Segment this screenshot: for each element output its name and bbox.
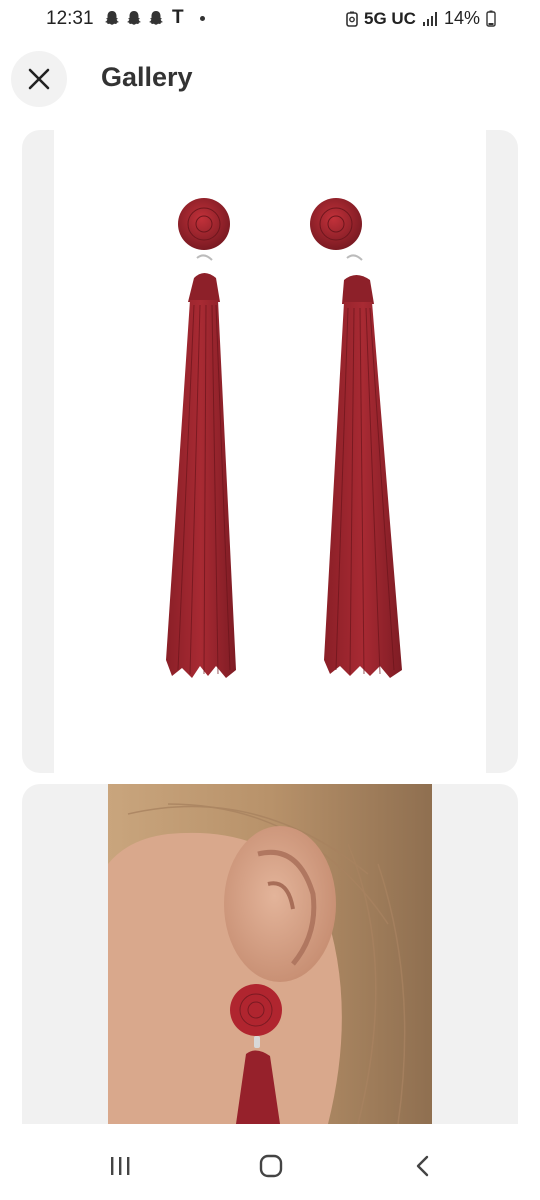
snapchat-icon <box>127 11 141 25</box>
close-icon <box>28 68 50 90</box>
back-button[interactable] <box>403 1150 443 1182</box>
more-notifications-dot <box>199 15 205 21</box>
gallery-image-card[interactable] <box>22 130 518 773</box>
earrings-illustration <box>166 198 402 678</box>
status-bar: 12:31 T 5G UC 14% <box>0 0 540 40</box>
data-saver-icon <box>346 11 358 27</box>
left-earring <box>166 198 236 678</box>
earrings-product-image <box>54 130 486 773</box>
right-earring <box>310 198 402 678</box>
earring-on-model-image <box>108 784 432 1124</box>
signal-icon <box>422 11 437 26</box>
tmobile-icon: T <box>172 7 184 28</box>
recent-apps-button[interactable] <box>100 1150 140 1182</box>
status-time: 12:31 <box>46 8 94 29</box>
gallery-image-card[interactable] <box>22 784 518 1124</box>
battery-percent: 14% <box>443 8 480 28</box>
network-type: 5G UC <box>364 8 416 28</box>
model-ear-illustration <box>108 784 432 1124</box>
page-title: Gallery <box>101 62 193 92</box>
app-header: Gallery <box>0 50 540 110</box>
home-icon <box>259 1154 283 1178</box>
notification-icons: T <box>104 7 205 28</box>
home-button[interactable] <box>251 1150 291 1182</box>
recent-apps-icon <box>111 1157 130 1175</box>
snapchat-icon <box>105 11 119 25</box>
back-icon <box>416 1155 429 1177</box>
close-button[interactable] <box>11 51 67 107</box>
status-right: 5G UC 14% <box>346 8 496 29</box>
system-nav-bar <box>0 1132 540 1200</box>
snapchat-icon <box>149 11 163 25</box>
battery-icon <box>486 10 496 27</box>
